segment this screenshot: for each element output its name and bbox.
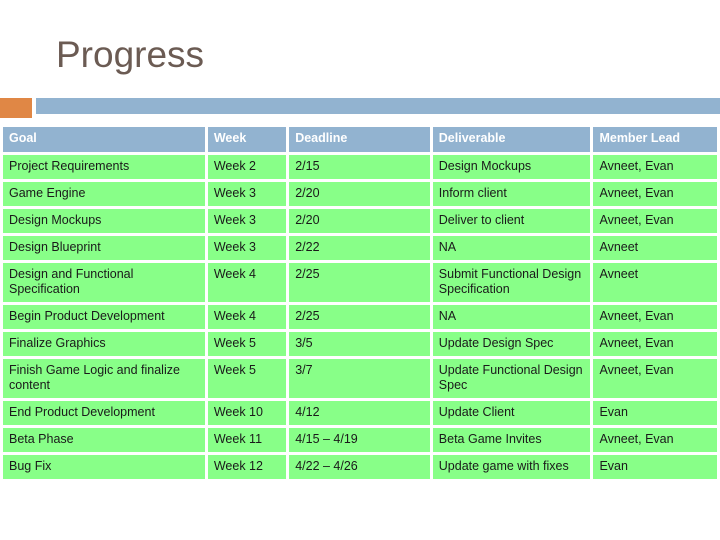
cell-deadline: 4/22 – 4/26 [289,455,430,479]
cell-week: Week 10 [207,401,287,425]
cell-deadline: 3/7 [289,359,430,398]
cell-goal: Begin Product Development [3,305,205,329]
table-header-row: Goal Week Deadline Deliverable Member Le… [3,127,717,152]
cell-goal: Beta Phase [3,428,205,452]
cell-week: Week 3 [207,236,287,260]
cell-week: Week 11 [207,428,287,452]
cell-week: Week 12 [207,455,287,479]
table-body: Project Requirements Week 2 2/15 Design Moc… [3,155,717,479]
cell-member-lead: Avneet, Evan [593,209,717,233]
cell-goal: Finish Game Logic and finalize content [3,359,205,398]
column-header-week: Week [207,127,287,152]
cell-deadline: 2/22 [289,236,430,260]
cell-member-lead: Evan [593,401,717,425]
table-row: Finalize Graphics Week 5 3/5 Update Design … [3,332,717,356]
cell-deliverable: Deliver to client [432,209,591,233]
cell-deadline: 2/25 [289,305,430,329]
cell-member-lead: Avneet, Evan [593,359,717,398]
cell-deliverable: Update game with fixes [432,455,591,479]
cell-goal: Design and Functional Specification [3,263,205,302]
table-row: Design Mockups Week 3 2/20 Deliver to clien… [3,209,717,233]
cell-deliverable: Update Functional Design Spec [432,359,591,398]
cell-member-lead: Avneet, Evan [593,305,717,329]
table-header: Goal Week Deadline Deliverable Member Le… [3,127,717,152]
cell-week: Week 3 [207,182,287,206]
cell-deliverable: NA [432,305,591,329]
table-row: Beta Phase Week 11 4/15 – 4/19 Beta Game In… [3,428,717,452]
cell-deadline: 2/20 [289,182,430,206]
column-header-goal: Goal [3,127,205,152]
cell-deliverable: Update Design Spec [432,332,591,356]
table-row: Bug Fix Week 12 4/22 – 4/26 Update game wit… [3,455,717,479]
cell-member-lead: Avneet, Evan [593,428,717,452]
cell-deadline: 2/20 [289,209,430,233]
table-row: End Product Development Week 10 4/12 Update… [3,401,717,425]
cell-goal: Game Engine [3,182,205,206]
cell-deliverable: Design Mockups [432,155,591,179]
table-row: Design and Functional Specification Week … [3,263,717,302]
column-header-member-lead: Member Lead [593,127,717,152]
cell-week: Week 3 [207,209,287,233]
cell-deliverable: Update Client [432,401,591,425]
table-row: Begin Product Development Week 4 2/25 NA Avn… [3,305,717,329]
column-header-deadline: Deadline [289,127,430,152]
cell-goal: Design Mockups [3,209,205,233]
cell-goal: End Product Development [3,401,205,425]
cell-deadline: 3/5 [289,332,430,356]
cell-week: Week 4 [207,263,287,302]
cell-member-lead: Avneet, Evan [593,182,717,206]
table-row: Design Blueprint Week 3 2/22 NA Avneet [3,236,717,260]
cell-deadline: 2/25 [289,263,430,302]
cell-goal: Finalize Graphics [3,332,205,356]
orange-accent-block [0,98,32,118]
cell-deliverable: Inform client [432,182,591,206]
cell-goal: Design Blueprint [3,236,205,260]
table-row: Project Requirements Week 2 2/15 Design Moc… [3,155,717,179]
decorative-accent-bar [0,98,720,118]
cell-deadline: 4/12 [289,401,430,425]
cell-member-lead: Avneet [593,236,717,260]
table-row: Finish Game Logic and finalize content We… [3,359,717,398]
cell-deadline: 4/15 – 4/19 [289,428,430,452]
cell-member-lead: Avneet, Evan [593,155,717,179]
cell-week: Week 2 [207,155,287,179]
cell-member-lead: Avneet, Evan [593,332,717,356]
slide-canvas: Progress Goal Week Deadline Deliverable … [0,0,720,540]
progress-table: Goal Week Deadline Deliverable Member Le… [0,124,720,482]
cell-member-lead: Avneet [593,263,717,302]
cell-week: Week 5 [207,332,287,356]
cell-member-lead: Evan [593,455,717,479]
cell-deliverable: Beta Game Invites [432,428,591,452]
cell-deadline: 2/15 [289,155,430,179]
blue-accent-block [36,98,720,114]
table-row: Game Engine Week 3 2/20 Inform client Avneet… [3,182,717,206]
cell-week: Week 5 [207,359,287,398]
cell-week: Week 4 [207,305,287,329]
column-header-deliverable: Deliverable [432,127,591,152]
cell-goal: Bug Fix [3,455,205,479]
cell-deliverable: NA [432,236,591,260]
cell-goal: Project Requirements [3,155,205,179]
cell-deliverable: Submit Functional Design Specification [432,263,591,302]
page-title: Progress [56,34,205,75]
